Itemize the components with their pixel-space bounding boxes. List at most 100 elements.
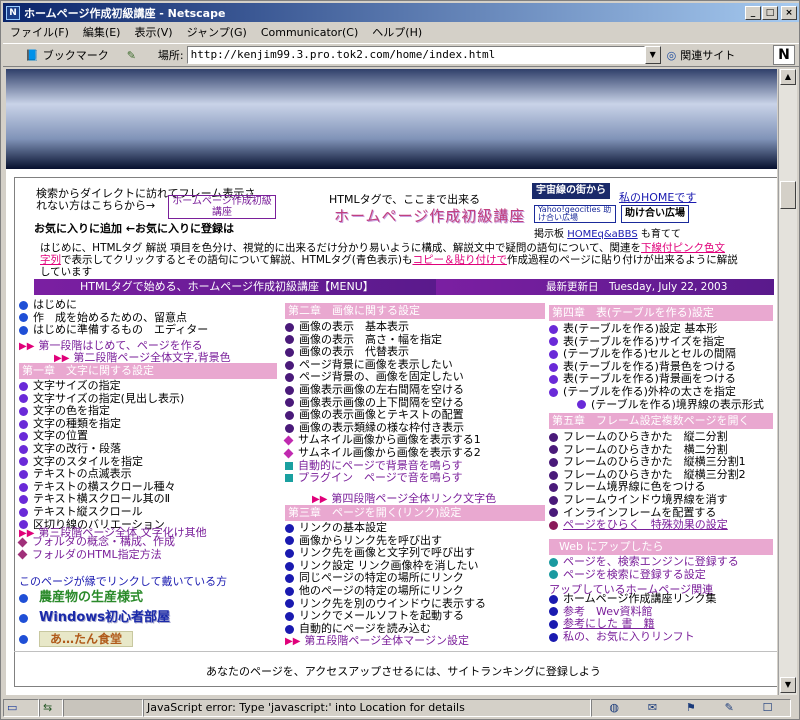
my-home-link[interactable]: 私のHOMEです [619, 189, 696, 205]
bullet-icon [549, 445, 558, 455]
list-item[interactable]: 文字サイズの指定 [19, 379, 184, 393]
menu-edit[interactable]: 編集(E) [76, 24, 128, 40]
list-item[interactable]: 画像の表示画像とテキストの配置 [285, 409, 481, 422]
list-item[interactable]: 画像の表示 基本表示 [285, 320, 481, 334]
newsgroup-icon[interactable]: ⚑ [686, 700, 696, 716]
menu-file[interactable]: ファイル(F) [3, 24, 76, 40]
small-logo-link[interactable]: ホームページ作成初級講座 [168, 195, 276, 219]
list-item[interactable]: フレームのひらきかた 縦二分割 [549, 430, 746, 444]
list-item[interactable]: Windows初心者部屋 [19, 608, 170, 628]
col3-items5-list: フレームのひらきかた 縦二分割 フレームのひらきかた 横二分割 フレームのひらき… [549, 430, 746, 532]
bullet-icon [549, 508, 558, 518]
step4-link[interactable]: ▶▶ 第四段階ページ全体リンク文字色 [312, 490, 496, 506]
bullet-icon [285, 322, 294, 332]
list-item[interactable]: (テーブルを作る)セルとセルの間隔 [549, 348, 764, 361]
list-item[interactable]: フレームウインドウ境界線を消す [549, 493, 746, 507]
double-arrow-icon: ▶▶ [19, 341, 35, 352]
intro-line-2: れない方はこちらから→ [36, 199, 156, 212]
bullet-icon [285, 373, 294, 383]
scroll-thumb[interactable] [780, 181, 796, 209]
bullet-icon [19, 432, 28, 442]
list-item[interactable]: テキスト縦スクロール [19, 505, 184, 519]
list-item[interactable]: (テーブルを作る)外枠の太さを指定 [549, 385, 764, 399]
list-item[interactable]: リンクの基本設定 [285, 521, 486, 535]
list-item[interactable]: 表(テーブルを作る)設定 基本形 [549, 322, 764, 336]
mail-icon[interactable]: ✉ [648, 700, 657, 716]
list-item[interactable]: はじめに準備するもの エディター [19, 324, 208, 337]
list-item[interactable]: ホームページ作成講座リンク集 [549, 592, 716, 606]
minimize-button[interactable]: _ [745, 6, 761, 20]
list-item[interactable]: ページをひらく 特殊効果の設定 [549, 519, 746, 532]
list-item[interactable]: フォルダのHTML指定方法 [17, 548, 175, 562]
scroll-up-icon[interactable]: ▲ [780, 69, 796, 85]
menu-bar: ファイル(F) 編集(E) 表示(V) ジャンプ(G) Communicator… [3, 23, 799, 41]
security-icon[interactable]: ▭ [3, 699, 39, 717]
section3-bar: 第三章 ページを開く(リンク)設定 [285, 505, 545, 521]
list-item[interactable]: 私の、お気に入りリンフト [549, 630, 716, 644]
bullet-icon [549, 607, 558, 617]
composer-icon[interactable]: ✎ [725, 700, 734, 716]
navigator-icon[interactable]: ◍ [609, 700, 619, 716]
bullet-icon [285, 347, 294, 357]
list-item[interactable]: 画像の表示 代替表示 [285, 346, 481, 359]
list-item[interactable]: 画像表示画像の左右間隔を空ける [285, 383, 481, 397]
bullet-icon [19, 419, 28, 429]
list-item[interactable]: 文字の改行・段落 [19, 442, 184, 456]
diamond-icon [17, 537, 28, 548]
list-item[interactable]: はじめに [19, 298, 208, 312]
address-book-icon[interactable]: ☐ [763, 700, 773, 716]
related-sites-button[interactable]: 関連サイト [680, 47, 735, 63]
list-item[interactable]: リンクでメールソフトを起動する [285, 610, 486, 623]
bullet-icon [285, 548, 294, 558]
favorites-text[interactable]: お気に入りに追加 ←お気に入りに登録は [34, 220, 234, 236]
menu-communicator[interactable]: Communicator(C) [254, 26, 365, 39]
maximize-button[interactable]: □ [762, 6, 778, 20]
link-banners-list: 農産物の生産様式 Windows初心者部屋 あ…たん食堂 [19, 588, 170, 650]
list-item[interactable]: プラグイン ページで音を鳴らす [285, 472, 481, 485]
url-dropdown-button[interactable]: ▼ [644, 46, 661, 64]
bullet-icon [19, 482, 28, 492]
list-item[interactable]: 文字の色を指定 [19, 405, 184, 418]
list-item[interactable]: (テーブルを作る)境界線の表示形式 [549, 398, 764, 412]
list-item[interactable]: ページを検索に登録する設定 [549, 568, 739, 582]
help-banner[interactable]: 助け合い広場 [621, 205, 689, 223]
list-item[interactable]: ページを、検索エンジンに登録する [549, 555, 739, 569]
list-item[interactable]: 他のページの特定の場所にリンク [285, 584, 486, 598]
close-button[interactable]: × [781, 6, 797, 20]
bullet-icon [549, 375, 558, 385]
list-item[interactable]: 農産物の生産様式 [19, 588, 170, 608]
scroll-down-icon[interactable]: ▼ [780, 677, 796, 693]
list-item[interactable]: リンク先を画像と文字列で呼び出す [285, 547, 486, 560]
list-item[interactable]: 参考にした 書 籍 [549, 618, 716, 631]
menu-go[interactable]: ジャンプ(G) [180, 24, 254, 40]
town-banner[interactable]: 宇宙線の街から [532, 183, 610, 199]
col2-items2-list: 画像の表示 基本表示 画像の表示 高さ・幅を指定 画像の表示 代替表示 ページ背… [283, 320, 481, 485]
section2-bar: 第二章 画像に関する設定 [285, 303, 545, 319]
list-item[interactable]: あ…たん食堂 [19, 628, 170, 650]
other-items-list: ホームページ作成講座リンク集 参考 Wev資料館 参考にした 書 籍 私の、お気… [549, 592, 716, 644]
bookmarks-button[interactable]: ブックマーク [43, 47, 109, 63]
desc2-c[interactable]: コピー＆貼り付けで [412, 254, 507, 266]
vertical-scrollbar[interactable]: ▲ ▼ [778, 69, 797, 695]
col3-items4-list: 表(テーブルを作る)設定 基本形 表(テーブルを作る)サイズを指定 (テーブルを… [549, 322, 764, 412]
folder-list: フォルダの概念・構成、作成 フォルダのHTML指定方法 [17, 535, 175, 562]
list-item[interactable]: テキストの点滅表示 [19, 468, 184, 481]
bullet-icon [285, 611, 294, 621]
list-item[interactable]: フォルダの概念・構成、作成 [17, 535, 175, 549]
header-banner [6, 69, 777, 169]
bullet-icon [285, 335, 294, 345]
square-icon [285, 474, 293, 483]
bullet-icon [549, 337, 558, 347]
list-item[interactable]: サムネイル画像から画像を表示する2 [283, 446, 481, 460]
location-toolbar: 📘 ブックマーク ✎ 場所: http://kenjim99.3.pro.tok… [3, 43, 799, 67]
board-link[interactable]: HOMEq&aBBS [567, 229, 638, 240]
step5-link[interactable]: ▶▶ 第五段階ページ全体マージン設定 [285, 632, 469, 648]
url-field[interactable]: http://kenjim99.3.pro.tok2.com/home/inde… [186, 46, 645, 64]
menu-help[interactable]: ヘルプ(H) [365, 24, 429, 40]
connection-icon: ⇆ [39, 699, 63, 717]
list-item[interactable]: フレームのひらきかた 縦横三分割1 [549, 456, 746, 469]
yahoo-banner[interactable]: Yahoo!geocities 助け合い広場 [534, 205, 616, 223]
updated-bar: 最新更新日 Tuesday, July 22, 2003 04:32:59 [436, 279, 774, 309]
board-line: 掲示板 HOMEq&aBBS も育てて [534, 225, 681, 240]
menu-view[interactable]: 表示(V) [127, 24, 179, 40]
